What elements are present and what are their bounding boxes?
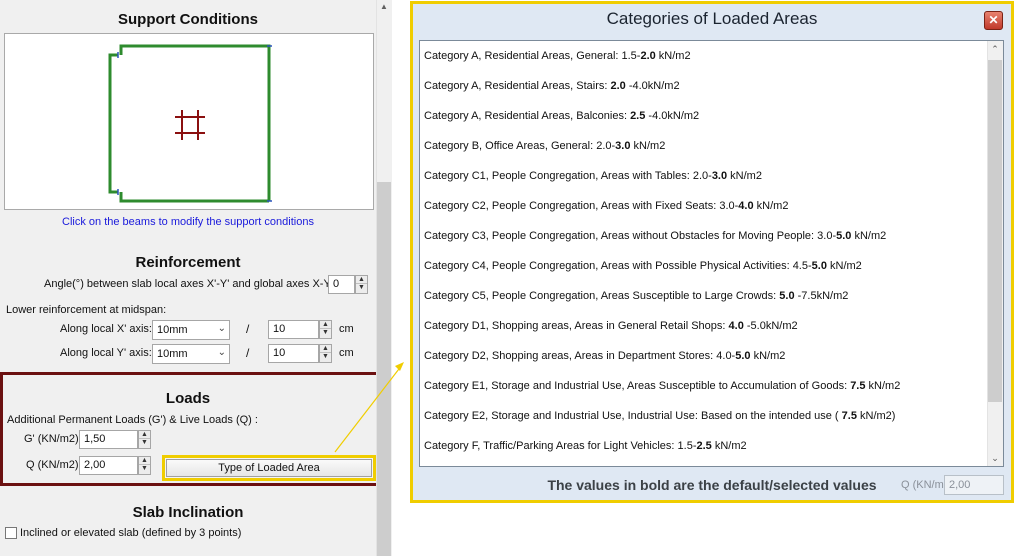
list-item[interactable]: Category C3, People Congregation, Areas … [424,230,886,246]
close-icon[interactable]: ✕ [984,11,1003,30]
dialog-title: Categories of Loaded Areas [606,9,818,28]
slab-center-hash-icon [175,110,205,140]
list-scroll-thumb[interactable] [988,60,1002,402]
list-item[interactable]: Category E1, Storage and Industrial Use,… [424,380,900,396]
y-spacing-spinner[interactable]: ▲ ▼ [319,344,332,363]
g-label: G' (KN/m2) [24,433,79,445]
list-item[interactable]: Category F, Traffic/Parking Areas for Li… [424,440,747,456]
y-diameter-value: 10mm [157,348,188,360]
list-item[interactable]: Category E2, Storage and Industrial Use,… [424,410,895,426]
beam-left[interactable] [108,53,118,194]
scroll-down-arrow-icon[interactable]: ⌄ [988,451,1002,465]
support-conditions-title: Support Conditions [118,11,258,28]
beam-bottom[interactable] [119,192,269,203]
loads-description: Additional Permanent Loads (G') & Live L… [7,414,258,426]
reinforcement-title: Reinforcement [135,254,241,271]
chevron-down-icon: ⌄ [217,347,226,358]
q-label: Q (KN/m2) [26,459,79,471]
categories-list[interactable] [419,40,1004,467]
y-diameter-select[interactable]: 10mm ⌄ [152,344,230,364]
angle-label: Angle(°) between slab local axes X'-Y' a… [44,278,331,290]
support-hint: Click on the beams to modify the support… [62,216,314,228]
scroll-up-arrow-icon[interactable]: ⌃ [988,42,1002,56]
slab-inclination-title: Slab Inclination [132,504,244,521]
slab-support-drawing [108,44,272,203]
type-of-loaded-area-button[interactable]: Type of Loaded Area [162,455,376,481]
chevron-down-icon: ⌄ [217,323,226,334]
list-item[interactable]: Category B, Office Areas, General: 2.0-3… [424,140,665,156]
angle-spinner[interactable]: ▲ ▼ [355,275,368,294]
x-diameter-value: 10mm [157,324,188,336]
g-spinner[interactable]: ▲ ▼ [138,430,151,449]
g-input[interactable]: 1,50 [79,430,138,449]
inclined-slab-label: Inclined or elevated slab (defined by 3 … [20,527,242,539]
q-input[interactable]: 2,00 [79,456,138,475]
angle-input[interactable]: 0 [328,275,355,294]
x-slash: / [246,322,250,336]
left-panel-scroll-thumb[interactable] [377,182,391,556]
background-q-input: 2,00 [944,475,1004,495]
y-spacing-input[interactable]: 10 [268,344,319,363]
list-item[interactable]: Category A, Residential Areas, Balconies… [424,110,699,126]
x-spacing-input[interactable]: 10 [268,320,319,339]
scroll-up-arrow-icon[interactable]: ▲ [376,0,392,14]
x-spacing-spinner[interactable]: ▲ ▼ [319,320,332,339]
list-item[interactable]: Category C1, People Congregation, Areas … [424,170,762,186]
list-item[interactable]: Category C2, People Congregation, Areas … [424,200,788,216]
y-spacing-unit: cm [339,347,354,359]
list-item[interactable]: Category C4, People Congregation, Areas … [424,260,862,276]
list-item[interactable]: Category C5, People Congregation, Areas … [424,290,848,306]
loads-title: Loads [165,390,211,407]
list-item[interactable]: Category A, Residential Areas, Stairs: 2… [424,80,680,96]
y-axis-label: Along local Y' axis: [60,347,152,359]
x-spacing-unit: cm [339,323,354,335]
lower-reinforcement-label: Lower reinforcement at midspan: [6,304,167,316]
support-diagram[interactable] [4,33,374,210]
list-item[interactable]: Category D1, Shopping areas, Areas in Ge… [424,320,798,336]
list-item[interactable]: Category D2, Shopping areas, Areas in De… [424,350,785,366]
x-diameter-select[interactable]: 10mm ⌄ [152,320,230,340]
beam-top[interactable] [119,44,271,55]
type-of-loaded-area-label: Type of Loaded Area [166,459,372,477]
y-slash: / [246,346,250,360]
q-spinner[interactable]: ▲ ▼ [138,456,151,475]
properties-panel: Support Conditions Click on the beams to… [0,0,392,556]
list-item[interactable]: Category A, Residential Areas, General: … [424,50,691,66]
inclined-slab-checkbox[interactable] [5,527,17,539]
x-axis-label: Along local X' axis: [60,323,152,335]
